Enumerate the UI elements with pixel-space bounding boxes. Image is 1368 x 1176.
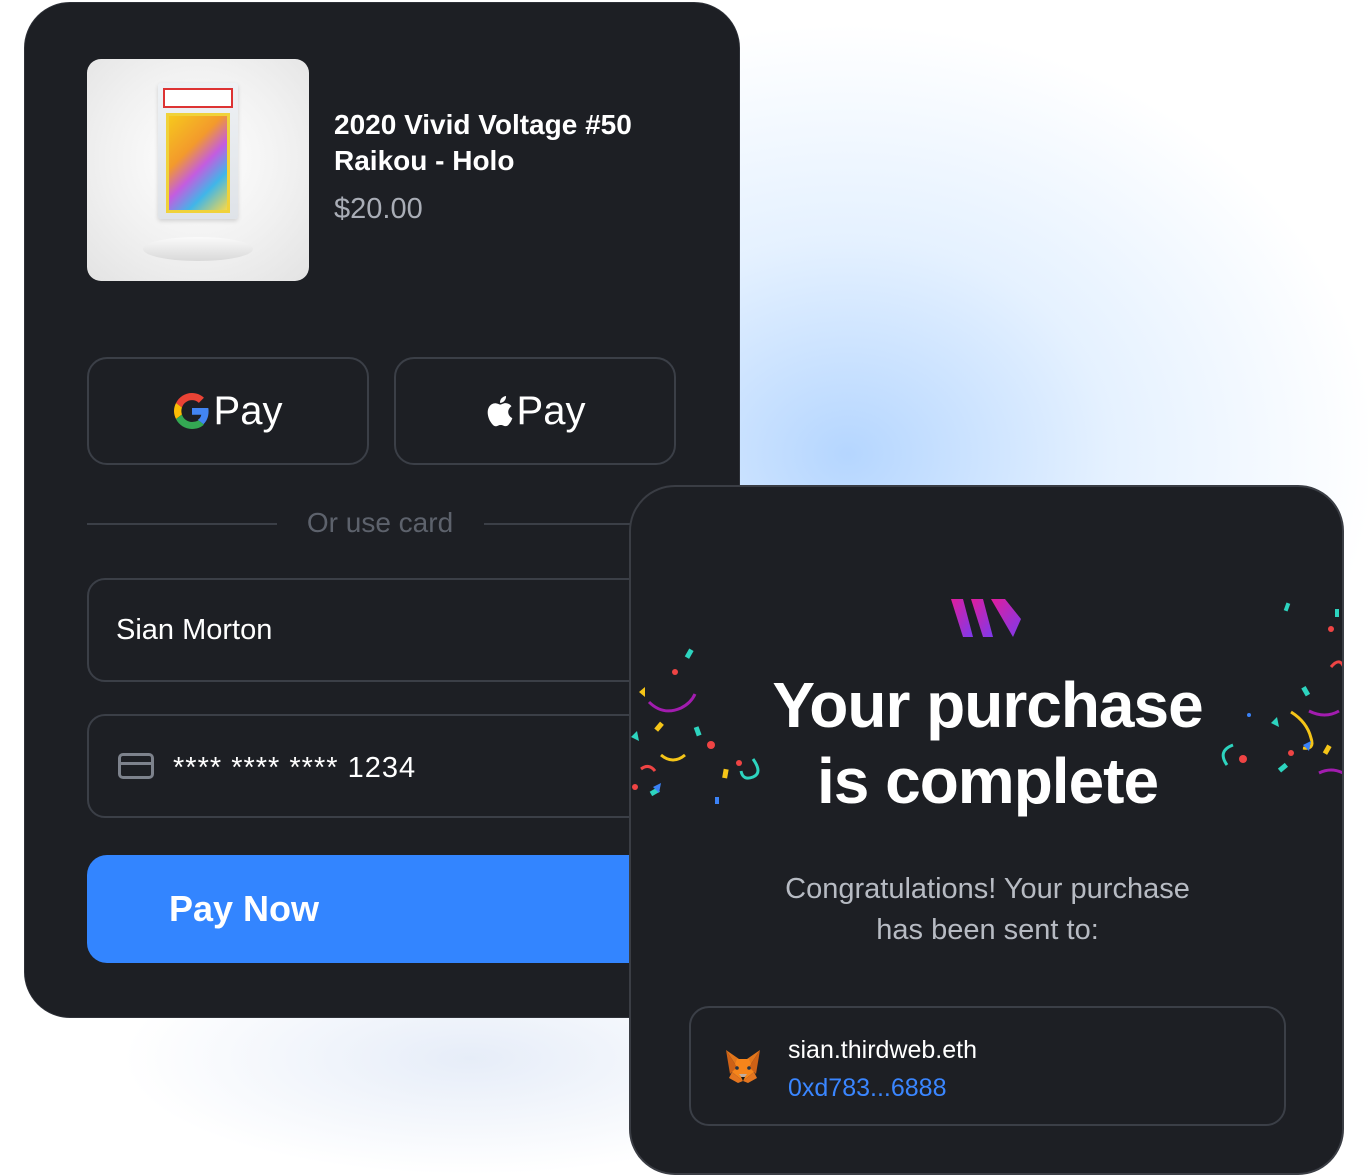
product-title-line1: 2020 Vivid Voltage #50	[334, 109, 632, 140]
product-title: 2020 Vivid Voltage #50 Raikou - Holo	[334, 107, 714, 179]
page: 2020 Vivid Voltage #50 Raikou - Holo $20…	[0, 0, 1368, 1176]
thirdweb-logo	[951, 599, 1021, 637]
divider-text: Or use card	[306, 507, 454, 538]
product-price: $20.00	[334, 193, 423, 225]
apple-icon	[487, 395, 512, 427]
credit-card-icon	[118, 753, 154, 779]
trading-card	[166, 113, 230, 213]
slab-label	[163, 88, 233, 108]
google-g-icon	[173, 393, 209, 429]
product-title-line2: Raikou - Holo	[334, 145, 515, 176]
wallet-address-link[interactable]: 0xd783...6888	[788, 1074, 946, 1103]
success-title-line1: Your purchase	[772, 669, 1203, 741]
card-number-value: **** **** **** 1234	[173, 752, 417, 784]
card-stand	[143, 237, 253, 261]
wallet-ens-name: sian.thirdweb.eth	[788, 1036, 978, 1064]
divider-left	[87, 523, 277, 525]
apple-pay-button[interactable]: Pay	[394, 357, 676, 465]
success-title: Your purchase is complete	[631, 667, 1342, 819]
success-message-line2: has been sent to:	[876, 914, 1099, 946]
recipient-wallet: sian.thirdweb.eth 0xd783...6888	[689, 1006, 1286, 1126]
apple-pay-label: Pay	[516, 388, 586, 433]
success-message-line1: Congratulations! Your purchase	[785, 873, 1190, 905]
google-pay-label: Pay	[213, 388, 283, 433]
purchase-complete-card: Your purchase is complete Congratulation…	[629, 485, 1344, 1175]
success-message: Congratulations! Your purchase has been …	[731, 869, 1244, 951]
cardholder-name-value: Sian Morton	[116, 614, 273, 646]
product-image	[87, 59, 309, 281]
graded-card-slab	[158, 83, 238, 219]
google-pay-button[interactable]: Pay	[87, 357, 369, 465]
success-title-line2: is complete	[816, 745, 1159, 817]
metamask-fox-icon	[726, 1050, 760, 1083]
